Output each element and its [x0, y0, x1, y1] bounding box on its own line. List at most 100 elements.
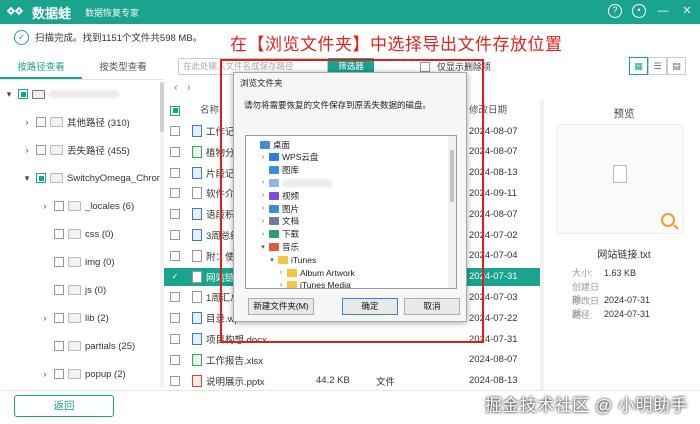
- back-button[interactable]: 返回: [14, 395, 114, 417]
- drive-icon: [32, 89, 45, 99]
- tree-item-label: 其他路径 (310): [67, 118, 130, 129]
- list-scrollbar[interactable]: [540, 100, 544, 390]
- folder-icon: [68, 313, 81, 323]
- tree-item[interactable]: › 其他路径 (310): [22, 114, 130, 130]
- file-checkbox[interactable]: [170, 146, 180, 157]
- folder-icon: [68, 201, 81, 211]
- file-type-icon: [192, 270, 202, 283]
- watermark: 掘金技术社区 @ 小明助手: [484, 396, 688, 415]
- tree-checkbox[interactable]: [54, 229, 64, 239]
- tab-by-path[interactable]: 按路径查看: [0, 58, 82, 79]
- file-type-icon: [192, 125, 202, 137]
- column-header-name[interactable]: 名称: [200, 102, 219, 120]
- tree-checkbox[interactable]: [54, 257, 64, 267]
- scan-status-text: 扫描完成。找到1151个文件共598 MB。: [35, 33, 203, 44]
- file-type: 文件: [376, 376, 396, 388]
- zoom-icon[interactable]: [661, 213, 675, 227]
- tree-item-label: img (0): [85, 256, 115, 268]
- view-tabs: 按路径查看 按类型查看: [0, 58, 164, 80]
- file-checkbox[interactable]: [170, 188, 180, 199]
- tree-item[interactable]: › lib (2): [40, 310, 109, 326]
- tree-item[interactable]: › 丢失路径 (455): [22, 142, 130, 158]
- file-type-icon: [192, 374, 202, 387]
- chevron-down-icon[interactable]: ▾: [4, 89, 14, 100]
- tree-item[interactable]: img (0): [40, 254, 115, 270]
- tree-item-label: popup (2): [85, 368, 126, 380]
- file-size: 44.2 KB: [316, 375, 350, 387]
- file-type-icon: [192, 291, 202, 304]
- grid-view-icon[interactable]: ▦: [629, 57, 648, 75]
- folder-icon: [68, 341, 81, 351]
- tree-checkbox[interactable]: [54, 341, 64, 351]
- tab-by-type[interactable]: 按类型查看: [82, 58, 164, 79]
- tree-item[interactable]: partials (25): [40, 338, 135, 354]
- tree-item[interactable]: › _locales (6): [40, 198, 135, 214]
- check-circle-icon: ✓: [14, 29, 29, 45]
- tree-item[interactable]: ▾ SwitchyOmega_Chromium: [22, 170, 160, 186]
- tree-checkbox[interactable]: [54, 201, 64, 211]
- file-type-icon: [192, 249, 202, 262]
- file-checkbox[interactable]: [170, 334, 180, 344]
- file-checkbox[interactable]: [170, 313, 180, 324]
- tree-checkbox[interactable]: [36, 173, 46, 183]
- file-checkbox[interactable]: [170, 126, 180, 136]
- tree-item-label: partials (25): [85, 340, 136, 352]
- file-checkbox[interactable]: [170, 354, 180, 365]
- tree-checkbox[interactable]: [18, 89, 28, 99]
- file-row[interactable]: 工作报告.xlsx 2024-08-07: [164, 351, 544, 369]
- tree-checkbox[interactable]: [54, 369, 64, 379]
- chevron-right-icon[interactable]: ›: [40, 201, 50, 211]
- file-type-icon: [192, 312, 202, 325]
- meta-size: 大小: 1.63 KB: [572, 268, 637, 278]
- folder-tree: ▾ › 其他路径 (310) › 丢失路径 (455) ▾ SwitchyOmega_Chr…: [0, 82, 160, 388]
- tree-checkbox[interactable]: [54, 313, 64, 323]
- help-icon[interactable]: ?: [608, 4, 622, 18]
- tree-item-label: js (0): [85, 284, 107, 296]
- folder-icon: [68, 229, 81, 239]
- app-subtitle: 数据恢复专家: [85, 7, 140, 18]
- file-checkbox[interactable]: [170, 230, 180, 240]
- file-checkbox[interactable]: [170, 375, 180, 386]
- preview-filename: 网站链接.txt: [597, 250, 651, 261]
- file-date: 2024-08-07: [469, 354, 518, 366]
- file-checkbox[interactable]: [170, 167, 180, 178]
- close-icon[interactable]: ✕: [680, 4, 694, 18]
- tree-checkbox[interactable]: [36, 145, 46, 155]
- detail-view-icon[interactable]: ▤: [667, 57, 686, 75]
- file-type-icon: [192, 187, 202, 200]
- tree-checkbox[interactable]: [36, 117, 46, 127]
- folder-icon: [50, 145, 63, 155]
- folder-icon: [68, 369, 81, 379]
- folder-icon: [68, 257, 81, 267]
- chevron-right-icon[interactable]: ›: [40, 369, 50, 379]
- annotation-heading: 在【浏览文件夹】中选择导出文件存放位置: [230, 35, 563, 54]
- chevron-right-icon[interactable]: ›: [22, 117, 32, 127]
- tree-item-label: 丢失路径 (455): [67, 146, 130, 157]
- file-row[interactable]: 说明展示.pptx 44.2 KB 文件 2024-08-13: [164, 372, 544, 390]
- chevron-right-icon[interactable]: ›: [40, 313, 50, 323]
- minimize-icon[interactable]: —: [656, 4, 670, 18]
- chevron-right-icon[interactable]: ›: [22, 145, 32, 155]
- chevron-down-icon[interactable]: ▾: [22, 173, 32, 184]
- file-type-icon: [192, 333, 202, 345]
- tree-item[interactable]: ▾: [4, 86, 119, 102]
- file-name: 说明展示.pptx: [206, 376, 265, 388]
- file-checkbox[interactable]: [170, 209, 180, 220]
- bottom-bar: 返回 掘金技术社区 @ 小明助手: [0, 390, 700, 424]
- tree-item[interactable]: js (0): [40, 282, 106, 298]
- tree-item[interactable]: › popup (2): [40, 366, 126, 382]
- title-bar: 数据蛙 数据恢复专家 ? • — ✕: [0, 0, 700, 24]
- redacted-label: [49, 90, 119, 98]
- file-checkbox[interactable]: [170, 292, 180, 303]
- file-type-icon: [192, 229, 202, 241]
- file-checkbox[interactable]: [170, 250, 180, 261]
- preview-box: [556, 124, 684, 234]
- select-all-checkbox[interactable]: [170, 102, 180, 120]
- tree-item[interactable]: css (0): [40, 226, 114, 242]
- document-icon: [613, 165, 627, 183]
- tree-checkbox[interactable]: [54, 285, 64, 295]
- list-view-icon[interactable]: ☰: [648, 57, 667, 75]
- nav-arrows[interactable]: ‹ ›: [174, 82, 191, 94]
- file-checkbox[interactable]: ✓: [170, 271, 180, 282]
- user-icon[interactable]: •: [632, 4, 646, 18]
